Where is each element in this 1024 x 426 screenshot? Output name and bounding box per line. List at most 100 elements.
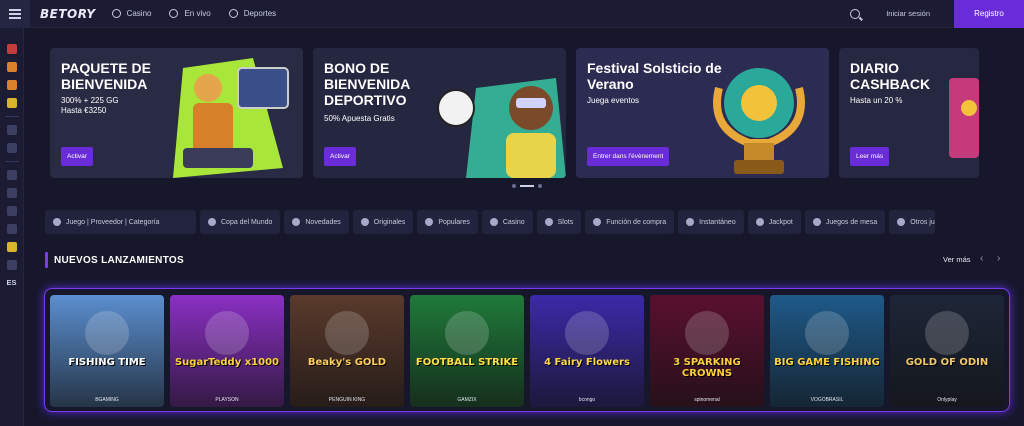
promo-banners: PAQUETE DE BIENVENIDA 300% + 225 GG Hast… <box>50 48 979 178</box>
game-title: 4 Fairy Flowers <box>544 357 630 368</box>
promo-banner-sports[interactable]: BONO DE BIENVENIDA DEPORTIVO 50% Apuesta… <box>313 48 566 178</box>
register-button[interactable]: Registro <box>954 0 1024 28</box>
chip-label: Populares <box>438 218 470 226</box>
game-art <box>565 311 609 355</box>
cards-icon <box>812 218 821 226</box>
section-title: NUEVOS LANZAMIENTOS <box>54 254 184 266</box>
chevron-right-icon[interactable]: › <box>997 253 1000 264</box>
banner-title: Festival Solsticio de Verano <box>587 60 722 92</box>
ball-icon <box>228 9 238 18</box>
game-art <box>805 311 849 355</box>
chip-jackpot[interactable]: Jackpot <box>747 210 801 234</box>
chip-world-cup[interactable]: Copa del Mundo <box>200 210 281 234</box>
coin-icon[interactable] <box>6 242 17 252</box>
clock-icon[interactable] <box>6 188 17 198</box>
game-card[interactable]: BIG GAME FISHING VOGOBRASIL <box>770 295 884 407</box>
chip-slots[interactable]: Slots <box>536 210 582 234</box>
see-more-link[interactable]: Ver más <box>943 255 971 264</box>
menu-icon[interactable] <box>0 0 30 28</box>
star-icon[interactable] <box>6 44 17 54</box>
activate-button[interactable]: Activar <box>324 147 356 166</box>
chip-popular[interactable]: Populares <box>417 210 478 234</box>
chip-label: Instantáneo <box>699 218 736 226</box>
game-provider: VOGOBRASIL <box>810 397 844 403</box>
rocket-icon <box>292 218 301 226</box>
game-card[interactable]: FOOTBALL STRIKE GAMZIX <box>410 295 524 407</box>
chip-icon <box>111 9 121 18</box>
bolt-icon <box>686 218 695 226</box>
enter-event-button[interactable]: Entrer dans l'évènement <box>587 147 670 166</box>
activate-button[interactable]: Activar <box>61 147 93 166</box>
cart-icon <box>593 218 602 226</box>
game-card[interactable]: 4 Fairy Flowers bcongo <box>530 295 644 407</box>
promo-banner-cashback[interactable]: DIARIO CASHBACK Hasta un 20 % Leer más <box>839 48 979 178</box>
game-card[interactable]: 3 SPARKING CROWNS spinomenal <box>650 295 764 407</box>
game-provider: bcongo <box>578 397 596 403</box>
chip-buy-feature[interactable]: Función de compra <box>585 210 675 234</box>
gift-icon[interactable] <box>6 170 17 180</box>
chip-other[interactable]: Otros ju <box>889 210 936 234</box>
game-card[interactable]: Beaky's GOLD PENGUIN KING <box>290 295 404 407</box>
language-selector[interactable]: ES <box>6 278 16 287</box>
banner-subtitle: Hasta un 20 % <box>850 96 903 105</box>
chip-new[interactable]: Novedades <box>284 210 349 234</box>
rocket-icon[interactable] <box>6 125 17 135</box>
chip-table-games[interactable]: Juegos de mesa <box>804 210 886 234</box>
game-title: 3 SPARKING CROWNS <box>673 357 741 379</box>
nav-item-sports[interactable]: Deportes <box>228 9 276 18</box>
carousel-pager[interactable] <box>512 184 542 188</box>
chip-originals[interactable]: Originales <box>352 210 414 234</box>
game-card[interactable]: SugarTeddy x1000 PLAYSON <box>170 295 284 407</box>
pager-dot[interactable] <box>538 184 542 188</box>
game-title: SugarTeddy x1000 <box>174 357 280 368</box>
banner-title: PAQUETE DE BIENVENIDA <box>61 60 151 92</box>
game-card[interactable]: GOLD OF ODIN Onlyplay <box>890 295 1004 407</box>
game-card[interactable]: FISHING TIME BGAMING <box>50 295 164 407</box>
game-title: FOOTBALL STRIKE <box>415 357 519 368</box>
chip-label: Slots <box>557 218 574 226</box>
chip-label: Novedades <box>305 218 341 226</box>
banner-subtitle: 50% Apuesta Gratis <box>324 114 395 123</box>
users-icon[interactable] <box>6 224 17 234</box>
login-button[interactable]: Iniciar sesión <box>886 9 930 18</box>
fire-icon[interactable] <box>6 62 17 72</box>
game-provider: spinomenal <box>694 397 720 403</box>
seven-icon <box>544 218 553 226</box>
game-art <box>205 311 249 355</box>
chip-casino[interactable]: Casino <box>481 210 533 234</box>
pager-dot[interactable] <box>512 184 516 188</box>
divider <box>4 161 19 162</box>
game-title: Beaky's GOLD <box>307 357 387 368</box>
game-title: BIG GAME FISHING <box>774 357 880 368</box>
chip-label: Función de compra <box>606 218 667 226</box>
read-more-button[interactable]: Leer más <box>850 147 890 166</box>
dice-icon[interactable] <box>6 143 17 153</box>
chip-icon <box>489 218 498 226</box>
game-art <box>325 311 369 355</box>
search-placeholder: Juego | Proveedor | Categoría <box>66 218 160 226</box>
pager-active[interactable] <box>520 185 534 187</box>
nav-label: Casino <box>126 9 152 18</box>
banner-title: DIARIO CASHBACK <box>850 60 931 92</box>
game-provider: Onlyplay <box>937 397 957 403</box>
promo-banner-welcome[interactable]: PAQUETE DE BIENVENIDA 300% + 225 GG Hast… <box>50 48 303 178</box>
banner-title: BONO DE BIENVENIDA DEPORTIVO <box>324 60 410 108</box>
nav-item-live[interactable]: En vivo <box>169 9 211 18</box>
search-input[interactable]: Juego | Proveedor | Categoría <box>45 210 196 234</box>
chip-instant[interactable]: Instantáneo <box>678 210 744 234</box>
crown-icon[interactable] <box>6 206 17 216</box>
logo[interactable]: BETORY <box>40 7 96 21</box>
search-icon[interactable] <box>850 8 861 19</box>
trophy-icon[interactable] <box>6 98 17 108</box>
game-art <box>925 311 969 355</box>
banner-subtitle: Juega eventos <box>587 96 640 105</box>
promo-banner-festival[interactable]: Festival Solsticio de Verano Juega event… <box>576 48 829 178</box>
nav-item-casino[interactable]: Casino <box>111 9 152 18</box>
section-accent <box>45 252 48 268</box>
chat-icon[interactable] <box>6 260 17 270</box>
grid-icon <box>897 218 906 226</box>
chevron-left-icon[interactable]: ‹ <box>980 253 983 264</box>
search-icon <box>53 218 61 226</box>
wheel-icon[interactable] <box>6 80 17 90</box>
game-art <box>85 311 129 355</box>
